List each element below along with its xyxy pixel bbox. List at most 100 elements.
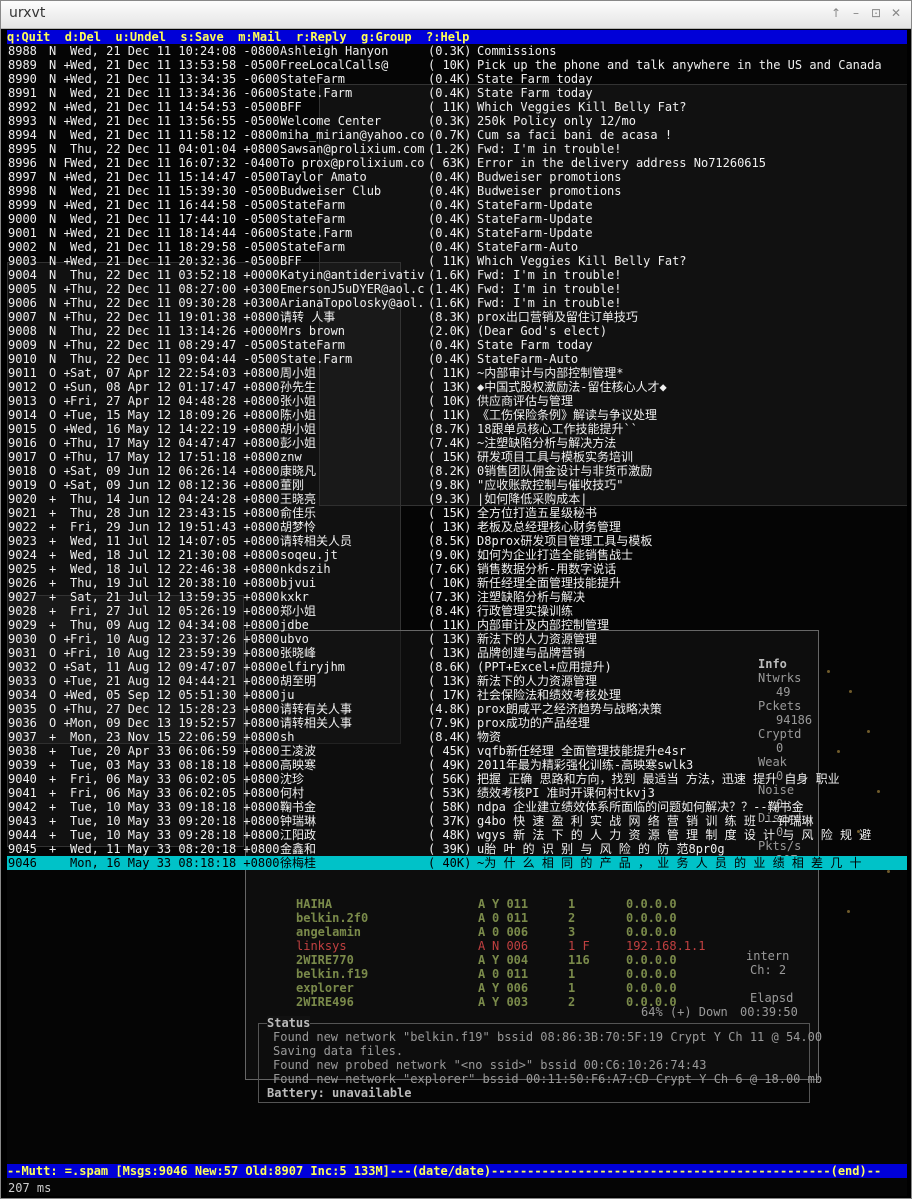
message-row[interactable]: 9026 + Thu, 19 Jul 12 20:38:10 +0800 bjvui (… bbox=[7, 576, 907, 590]
message-row[interactable]: 9006 N + Thu, 22 Dec 11 09:30:28 +0300 Aria… bbox=[7, 296, 907, 310]
message-row[interactable]: 8990 N + Wed, 21 Dec 11 13:34:35 -0600 Stat… bbox=[7, 72, 907, 86]
message-flags: + bbox=[49, 730, 57, 744]
message-row[interactable]: 9034 O + Wed, 05 Sep 12 05:51:30 +0800 ju ( … bbox=[7, 688, 907, 702]
maximize-icon[interactable]: ⊡ bbox=[869, 6, 883, 20]
message-flags: N + bbox=[49, 282, 71, 296]
message-row[interactable]: 9003 N + Wed, 21 Dec 11 20:32:36 -0500 BFF (… bbox=[7, 254, 907, 268]
message-row[interactable]: 9016 O + Thu, 17 May 12 04:47:47 +0800 彭小姐 (… bbox=[7, 436, 907, 450]
message-row[interactable]: 9002 N Wed, 21 Dec 11 18:29:58 -0500 StateF… bbox=[7, 240, 907, 254]
message-row[interactable]: 8999 N + Wed, 21 Dec 11 16:44:58 -0500 Stat… bbox=[7, 198, 907, 212]
message-row[interactable]: 9023 + Wed, 11 Jul 12 14:07:05 +0800 请转相关人员… bbox=[7, 534, 907, 548]
message-date: Tue, 10 May 33 09:20:18 +0800 bbox=[70, 814, 280, 828]
message-row[interactable]: 8989 N + Wed, 21 Dec 11 13:53:58 -0500 Free… bbox=[7, 58, 907, 72]
message-date: Fri, 10 Aug 12 23:59:39 +0800 bbox=[70, 646, 280, 660]
message-number: 9021 bbox=[8, 506, 37, 520]
message-number: 9017 bbox=[8, 450, 37, 464]
message-subject: g4bo 快 速 盈 利 实 战 网 络 营 销 训 练 班 --钟瑞琳 bbox=[477, 814, 814, 828]
minimize-icon[interactable]: – bbox=[849, 6, 863, 20]
message-row[interactable]: 9035 O + Thu, 27 Dec 12 15:28:23 +0800 请转有关… bbox=[7, 702, 907, 716]
message-row[interactable]: 9009 N + Thu, 22 Dec 11 08:29:47 -0500 Stat… bbox=[7, 338, 907, 352]
message-row[interactable]: 9000 N Wed, 21 Dec 11 17:44:10 -0500 StateF… bbox=[7, 212, 907, 226]
message-row[interactable]: 9045 + Wed, 11 May 33 08:20:18 +0800 金鑫和 ( 3… bbox=[7, 842, 907, 856]
message-row[interactable]: 9037 + Mon, 23 Nov 15 22:06:59 +0800 sh (8.4… bbox=[7, 730, 907, 744]
message-row[interactable]: 9004 N Thu, 22 Dec 11 03:52:18 +0000 Katyin… bbox=[7, 268, 907, 282]
message-date: Wed, 11 Jul 12 14:07:05 +0800 bbox=[70, 534, 280, 548]
message-row[interactable]: 9028 + Fri, 27 Jul 12 05:26:19 +0800 郑小姐 (8.… bbox=[7, 604, 907, 618]
message-index[interactable]: 8988 N Wed, 21 Dec 11 10:24:08 -0800 Ashlei… bbox=[7, 44, 907, 870]
message-sender: Mrs brown bbox=[280, 324, 346, 338]
close-icon[interactable]: ✕ bbox=[889, 6, 903, 20]
message-subject: |如何降低采购成本| bbox=[477, 492, 588, 506]
message-sender: 胡小姐 bbox=[280, 422, 317, 436]
message-row[interactable]: 9041 + Fri, 06 May 33 06:02:05 +0800 何村 ( 53… bbox=[7, 786, 907, 800]
pin-icon[interactable]: ↑ bbox=[829, 6, 843, 20]
message-row[interactable]: 9011 O + Sat, 07 Apr 12 22:54:03 +0800 周小姐 (… bbox=[7, 366, 907, 380]
kismet-network-wep: 0 011 bbox=[492, 911, 529, 925]
message-date: Mon, 09 Dec 13 19:52:57 +0800 bbox=[70, 716, 280, 730]
message-row[interactable]: 9044 + Tue, 10 May 33 09:28:18 +0800 江阳政 ( 4… bbox=[7, 828, 907, 842]
terminal-area[interactable]: Info Ntwrks 49 Pckets 94186 Cryptd 0 Weak 0 Nois… bbox=[7, 30, 907, 1196]
window-titlebar[interactable]: urxvt ↑ – ⊡ ✕ bbox=[1, 1, 911, 29]
message-flags: N + bbox=[49, 58, 71, 72]
message-row[interactable]: 8993 N + Wed, 21 Dec 11 13:56:55 -0500 Welc… bbox=[7, 114, 907, 128]
message-row[interactable]: 9018 O + Sat, 09 Jun 12 06:26:14 +0800 康晓凡 (… bbox=[7, 464, 907, 478]
message-row[interactable]: 9038 + Tue, 20 Apr 33 06:06:59 +0800 王凌波 ( 4… bbox=[7, 744, 907, 758]
message-row[interactable]: 9025 + Wed, 18 Jul 12 22:46:38 +0800 nkdszi… bbox=[7, 562, 907, 576]
message-row[interactable]: 9036 O + Mon, 09 Dec 13 19:52:57 +0800 请转相关… bbox=[7, 716, 907, 730]
message-number: 9012 bbox=[8, 380, 37, 394]
message-row[interactable]: 9042 + Tue, 10 May 33 09:18:18 +0800 鞠书金 ( 5… bbox=[7, 800, 907, 814]
message-size: (0.4K) bbox=[428, 198, 472, 212]
message-row[interactable]: 9013 O + Fri, 27 Apr 12 04:48:28 +0800 张小姐 (… bbox=[7, 394, 907, 408]
kismet-network-channel: 2 bbox=[568, 995, 576, 1009]
message-row[interactable]: 9024 + Wed, 18 Jul 12 21:30:08 +0800 soqeu.… bbox=[7, 548, 907, 562]
message-row[interactable]: 9039 + Tue, 03 May 33 08:18:18 +0800 高映寒 ( 4… bbox=[7, 758, 907, 772]
message-row[interactable]: 9015 O + Wed, 16 May 12 14:22:19 +0800 胡小姐 (… bbox=[7, 422, 907, 436]
message-sender: 江阳政 bbox=[280, 828, 317, 842]
message-row[interactable]: 9005 N + Thu, 22 Dec 11 08:27:00 +0300 Emer… bbox=[7, 282, 907, 296]
message-row[interactable]: 9020 + Thu, 14 Jun 12 04:24:28 +0800 王晓亮 (9.… bbox=[7, 492, 907, 506]
message-flags: + bbox=[49, 590, 57, 604]
message-date: Wed, 21 Dec 11 20:32:36 -0500 bbox=[70, 254, 280, 268]
message-row[interactable]: 9046 Mon, 16 May 33 08:18:18 +0800 徐梅桂 ( 40… bbox=[7, 856, 907, 870]
message-row[interactable]: 9019 O + Sat, 09 Jun 12 08:12:36 +0800 董刚 (9… bbox=[7, 478, 907, 492]
message-row[interactable]: 9008 N Thu, 22 Dec 11 13:14:26 +0000 Mrs br… bbox=[7, 324, 907, 338]
message-row[interactable]: 9022 + Fri, 29 Jun 12 19:51:43 +0800 胡梦怜 ( 1… bbox=[7, 520, 907, 534]
message-row[interactable]: 8994 N Wed, 21 Dec 11 11:58:12 -0800 miha_m… bbox=[7, 128, 907, 142]
message-row[interactable]: 9031 O + Fri, 10 Aug 12 23:59:39 +0800 张晓峰 (… bbox=[7, 646, 907, 660]
message-row[interactable]: 9014 O + Tue, 15 May 12 18:09:26 +0800 陈小姐 (… bbox=[7, 408, 907, 422]
message-row[interactable]: 9032 O + Sat, 11 Aug 12 09:47:07 +0800 elfi… bbox=[7, 660, 907, 674]
message-row[interactable]: 9043 + Tue, 10 May 33 09:20:18 +0800 钟瑞琳 ( 3… bbox=[7, 814, 907, 828]
message-sender: 张晓峰 bbox=[280, 646, 317, 660]
message-row[interactable]: 9029 + Thu, 09 Aug 12 04:34:08 +0800 jdbe ( … bbox=[7, 618, 907, 632]
message-row[interactable]: 9030 O + Fri, 10 Aug 12 23:37:26 +0800 ubvo… bbox=[7, 632, 907, 646]
message-flags: + bbox=[49, 828, 57, 842]
message-size: ( 13K) bbox=[428, 632, 472, 646]
message-row[interactable]: 9040 + Fri, 06 May 33 06:02:05 +0800 沈珍 ( 56… bbox=[7, 772, 907, 786]
message-row[interactable]: 9010 N Thu, 22 Dec 11 09:04:44 -0500 State.… bbox=[7, 352, 907, 366]
message-subject: Cum sa faci bani de acasa ! bbox=[477, 128, 673, 142]
message-row[interactable]: 8997 N + Wed, 21 Dec 11 15:14:47 -0500 Tayl… bbox=[7, 170, 907, 184]
message-row[interactable]: 8991 N Wed, 21 Dec 11 13:34:36 -0600 State.… bbox=[7, 86, 907, 100]
message-row[interactable]: 9001 N + Wed, 21 Dec 11 18:14:44 -0600 Stat… bbox=[7, 226, 907, 240]
message-date: Wed, 21 Dec 11 13:56:55 -0500 bbox=[70, 114, 280, 128]
message-number: 9028 bbox=[8, 604, 37, 618]
message-date: Fri, 06 May 33 06:02:05 +0800 bbox=[70, 772, 280, 786]
message-row[interactable]: 8996 N F Wed, 21 Dec 11 16:07:32 -0400 To p… bbox=[7, 156, 907, 170]
message-row[interactable]: 9007 N + Thu, 22 Dec 11 19:01:38 +0800 请转 人… bbox=[7, 310, 907, 324]
message-subject: u胎 叶 的 识 别 与 风 险 的 防 范8pr0g bbox=[477, 842, 725, 856]
message-row[interactable]: 9033 O + Tue, 21 Aug 12 04:44:21 +0800 胡至明 (… bbox=[7, 674, 907, 688]
message-row[interactable]: 8988 N Wed, 21 Dec 11 10:24:08 -0800 Ashlei… bbox=[7, 44, 907, 58]
message-row[interactable]: 9027 + Sat, 21 Jul 12 13:59:35 +0800 kxkr (7… bbox=[7, 590, 907, 604]
message-date: Thu, 22 Dec 11 13:14:26 +0000 bbox=[70, 324, 280, 338]
message-flags: O + bbox=[49, 436, 71, 450]
message-date: Wed, 21 Dec 11 15:39:30 -0500 bbox=[70, 184, 280, 198]
message-row[interactable]: 9017 O + Thu, 17 May 12 17:51:18 +0800 znw (… bbox=[7, 450, 907, 464]
message-row[interactable]: 8998 N Wed, 21 Dec 11 15:39:30 -0500 Budwei… bbox=[7, 184, 907, 198]
message-subject: State Farm today bbox=[477, 338, 593, 352]
message-row[interactable]: 8992 N + Wed, 21 Dec 11 14:54:53 -0500 BFF (… bbox=[7, 100, 907, 114]
message-size: ( 63K) bbox=[428, 156, 472, 170]
message-number: 9044 bbox=[8, 828, 37, 842]
message-row[interactable]: 9021 + Thu, 28 Jun 12 23:43:15 +0800 俞佳乐 ( 1… bbox=[7, 506, 907, 520]
message-row[interactable]: 8995 N Thu, 22 Dec 11 04:01:04 +0800 Sawsan… bbox=[7, 142, 907, 156]
message-row[interactable]: 9012 O + Sun, 08 Apr 12 01:17:47 +0800 孙先生 (… bbox=[7, 380, 907, 394]
